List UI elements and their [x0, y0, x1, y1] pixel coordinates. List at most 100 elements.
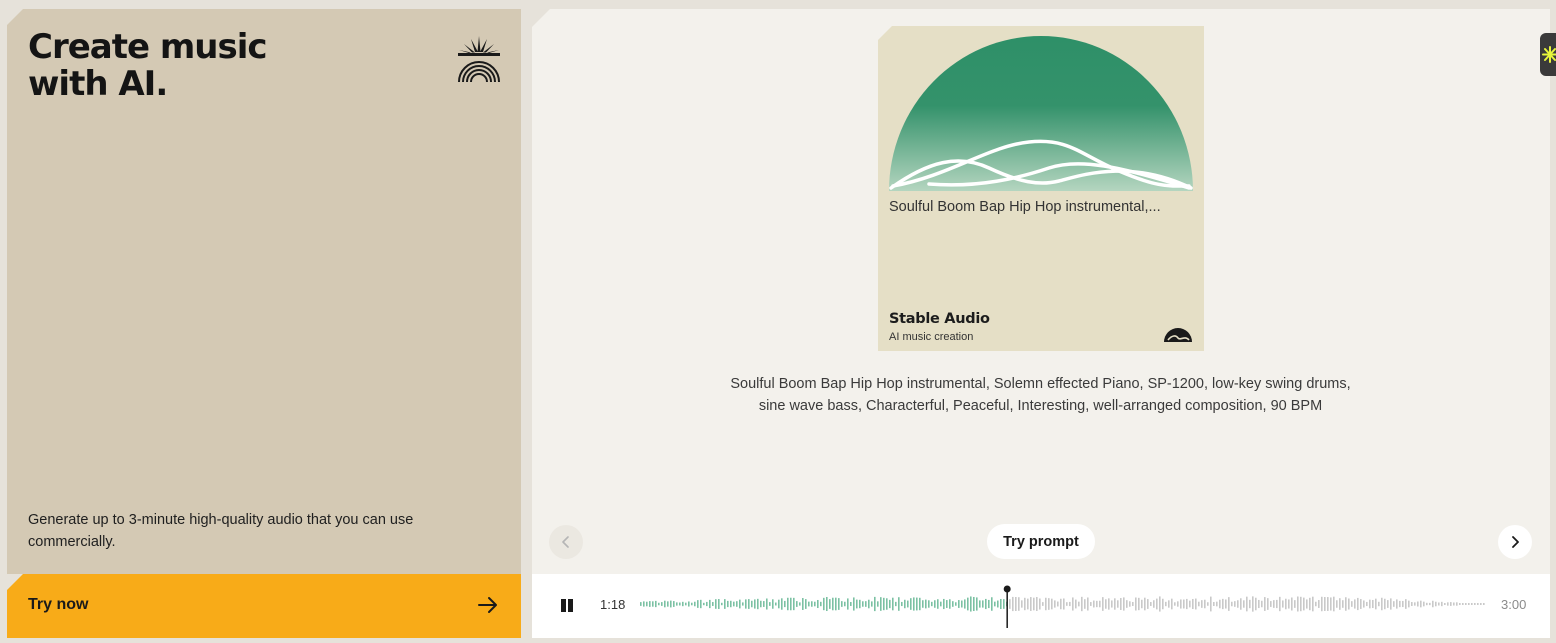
- waveform-bar: [1366, 601, 1368, 607]
- waveform-bar: [1384, 598, 1386, 610]
- waveform-bar: [808, 601, 810, 607]
- chevron-right-icon: [1512, 536, 1519, 548]
- stable-audio-logo-icon: [1164, 328, 1192, 342]
- waveform-bar: [1285, 598, 1287, 610]
- try-now-button[interactable]: Try now: [7, 574, 521, 638]
- waveform-bar: [799, 602, 801, 606]
- waveform-bar: [865, 601, 867, 607]
- waveform-bar: [727, 600, 729, 608]
- waveform-bar: [958, 600, 960, 608]
- waveform-bar: [1198, 601, 1200, 607]
- waveform-bar: [1081, 596, 1083, 612]
- waveform-bar: [976, 597, 978, 611]
- waveform-bar: [1111, 600, 1113, 608]
- waveform-bar: [1387, 600, 1389, 608]
- waveform-bar: [1207, 602, 1209, 606]
- waveform-bar: [1066, 602, 1068, 606]
- hero-title: Create music with AI.: [28, 29, 348, 103]
- waveform-bar: [979, 600, 981, 608]
- try-now-label: Try now: [28, 596, 89, 613]
- waveform-bar: [829, 599, 831, 609]
- hero-panel: Create music with AI. Generate up to 3-m…: [7, 9, 521, 574]
- waveform-bar: [1279, 596, 1281, 612]
- waveform-bar: [1363, 600, 1365, 608]
- waveform-bar: [1303, 597, 1305, 611]
- waveform-bar: [1306, 599, 1308, 609]
- waveform-bar: [712, 602, 714, 606]
- waveform-bar: [859, 599, 861, 609]
- waveform-bar: [934, 600, 936, 608]
- waveform-bar: [1426, 602, 1428, 606]
- pause-button[interactable]: [559, 598, 575, 614]
- try-prompt-button[interactable]: Try prompt: [987, 524, 1095, 559]
- next-button[interactable]: [1498, 525, 1532, 559]
- waveform-bar: [649, 601, 651, 607]
- waveform-bar: [784, 600, 786, 608]
- waveform-bar: [1372, 599, 1374, 609]
- waveform-bar: [889, 599, 891, 609]
- previous-button[interactable]: [549, 525, 583, 559]
- waveform-bar: [988, 599, 990, 609]
- waveform-bar: [1396, 599, 1398, 609]
- waveform-bar: [1147, 599, 1149, 609]
- waveform-bar: [901, 601, 903, 607]
- waveform-bar: [1339, 598, 1341, 610]
- waveform-bar: [1051, 598, 1053, 610]
- waveform-bar: [1120, 598, 1122, 610]
- waveform-bar: [937, 599, 939, 609]
- waveform-bar: [1201, 600, 1203, 608]
- playhead-handle[interactable]: [1003, 585, 1011, 593]
- waveform-bar: [1123, 597, 1125, 611]
- card-track-title: Soulful Boom Bap Hip Hop instrumental,..…: [889, 199, 1161, 215]
- waveform-bar: [1039, 598, 1041, 610]
- waveform-bar: [1471, 603, 1473, 605]
- waveform-scrubber[interactable]: [640, 584, 1488, 628]
- waveform-bar: [1402, 600, 1404, 608]
- waveform-bar: [1273, 600, 1275, 608]
- waveform-bar: [868, 599, 870, 609]
- waveform-bar: [667, 601, 669, 607]
- waveform-bar: [1105, 599, 1107, 609]
- waveform-bar: [1234, 601, 1236, 607]
- waveform-bar: [952, 601, 954, 607]
- waveform-bar: [1222, 598, 1224, 610]
- waveform-bar: [772, 599, 774, 609]
- waveform-bar: [1093, 600, 1095, 608]
- waveform-bar: [946, 600, 948, 608]
- playhead-line[interactable]: [1006, 588, 1008, 628]
- waveform-bar: [1309, 597, 1311, 611]
- waveform-bar: [1108, 598, 1110, 610]
- waveform-bar: [1210, 596, 1212, 612]
- waveform-bar: [1264, 597, 1266, 611]
- waveform-bar: [997, 600, 999, 608]
- waveform-bar: [1177, 601, 1179, 607]
- waveform-bar: [691, 602, 693, 606]
- prompt-text: Soulful Boom Bap Hip Hop instrumental, S…: [730, 376, 1351, 414]
- waveform-bar: [1390, 598, 1392, 610]
- waveform-bar: [1114, 598, 1116, 610]
- waveform-bar: [1084, 599, 1086, 609]
- waveform-bar: [721, 602, 723, 606]
- waveform-bar: [673, 601, 675, 607]
- side-widget-tab[interactable]: [1540, 33, 1556, 76]
- waveform-bar: [1045, 597, 1047, 611]
- waveform-bar: [1429, 602, 1431, 606]
- waveform-bar: [733, 601, 735, 607]
- waveform-bar: [1216, 601, 1218, 607]
- waveform-bar: [802, 598, 804, 610]
- waveform-bar: [1474, 603, 1476, 605]
- waveform-bar: [940, 601, 942, 607]
- waveform-bar: [1261, 600, 1263, 608]
- waveform-bar: [1003, 599, 1005, 609]
- waveform-bar: [775, 602, 777, 606]
- waveform-bar: [1282, 600, 1284, 608]
- waveform-bar: [1153, 600, 1155, 608]
- waveform-bar: [841, 601, 843, 607]
- waveform-bar: [643, 601, 645, 607]
- waveform-bar: [1354, 599, 1356, 609]
- waveform-bar: [793, 597, 795, 611]
- waveform-bar: [1411, 602, 1413, 606]
- waveform-bar: [1075, 599, 1077, 609]
- waveform-bar: [730, 600, 732, 608]
- waveform-bar: [970, 596, 972, 612]
